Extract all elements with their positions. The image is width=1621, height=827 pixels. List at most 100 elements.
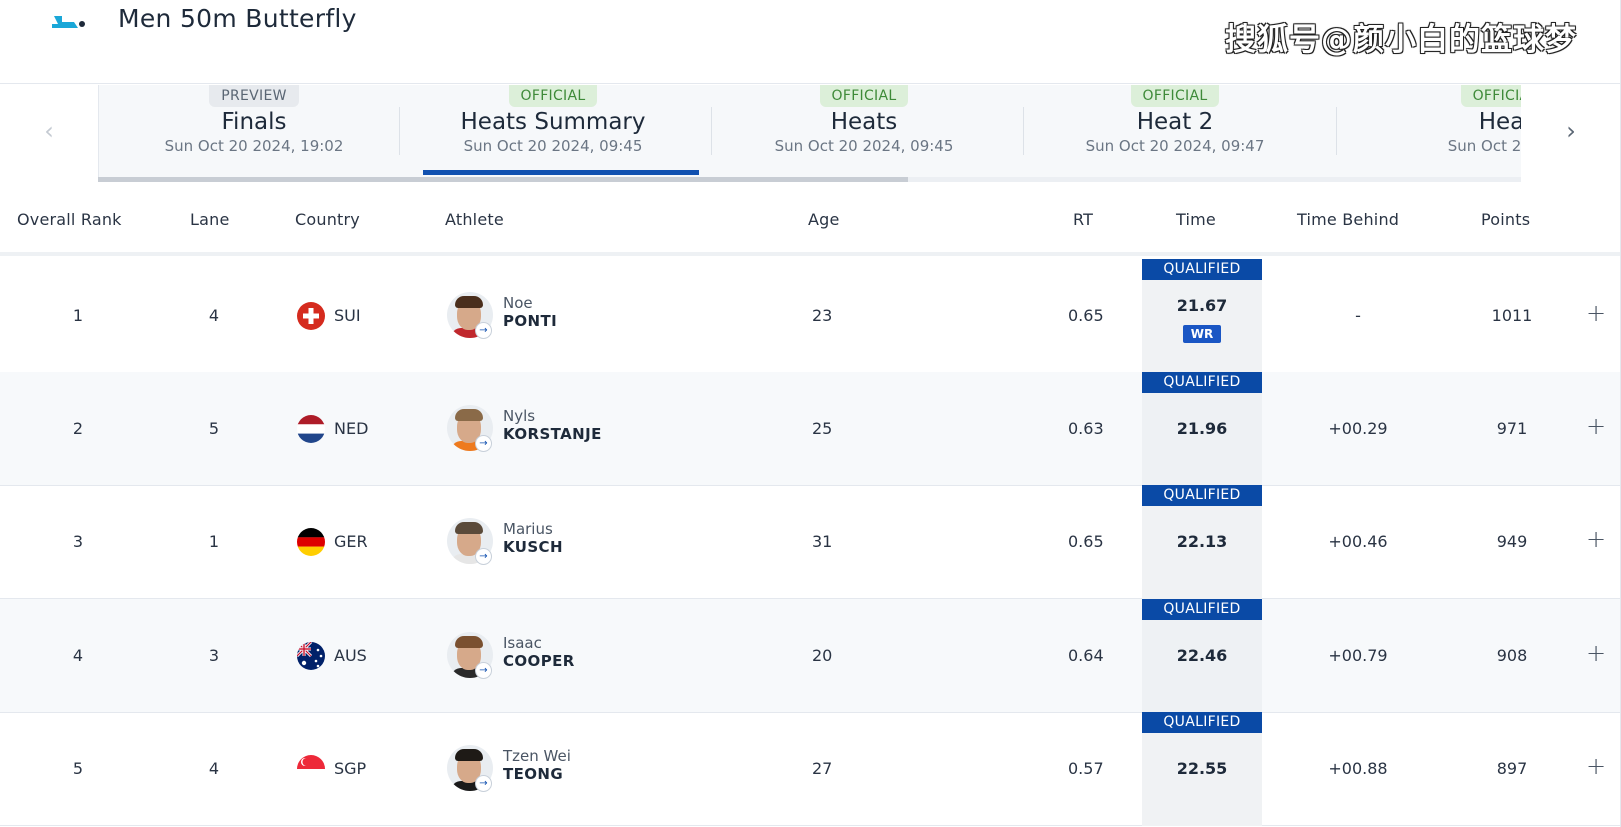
athlete-last-name[interactable]: PONTI	[503, 312, 557, 330]
athlete-first-name[interactable]: Nyls	[503, 407, 535, 425]
lane-cell: 5	[208, 419, 220, 438]
expand-row-icon[interactable]: +	[1586, 412, 1606, 440]
table-row[interactable]: 3 1 GER → Marius KUSCH 31 0.65 QUALIFIED 22.13 +00…	[0, 485, 1621, 599]
event-tabs-bar: ‹ PREVIEW Finals Sun Oct 20 2024, 19:02 …	[0, 85, 1621, 181]
reaction-time-cell: 0.65	[1068, 306, 1104, 325]
watermark: 搜狐号@颜小白的篮球梦	[1225, 22, 1577, 58]
page-title: Men 50m Butterfly	[118, 4, 357, 33]
tab-status-badge: PREVIEW	[209, 85, 299, 107]
athlete-first-name[interactable]: Tzen Wei	[503, 747, 571, 765]
lane-cell: 4	[208, 759, 220, 778]
tab-heat[interactable]: OFFICIA Heat Sun Oct 20 202	[1331, 85, 1521, 181]
time-behind-cell: -	[1355, 306, 1361, 325]
reaction-time-cell: 0.57	[1068, 759, 1104, 778]
avatar-hair	[455, 749, 483, 761]
athlete-first-name[interactable]: Isaac	[503, 634, 542, 652]
column-header-rank[interactable]: Overall Rank	[17, 210, 122, 229]
column-header-points[interactable]: Points	[1481, 210, 1530, 229]
athlete-last-name[interactable]: COOPER	[503, 652, 575, 670]
avatar-hair	[455, 636, 483, 648]
age-cell: 27	[812, 759, 833, 778]
tab-label: Heat	[1478, 109, 1521, 135]
tab-status-badge: OFFICIAL	[819, 85, 909, 107]
expand-row-icon[interactable]: +	[1586, 299, 1606, 327]
tab-status-badge: OFFICIAL	[1130, 85, 1220, 107]
tabs-prev-icon[interactable]: ‹	[34, 117, 64, 145]
athlete-profile-arrow-icon[interactable]: →	[475, 435, 492, 452]
reaction-time-cell: 0.63	[1068, 419, 1104, 438]
lane-cell: 3	[208, 646, 220, 665]
athlete-profile-arrow-icon[interactable]: →	[475, 662, 492, 679]
avatar-hair	[455, 522, 483, 534]
qualified-badge: QUALIFIED	[1142, 712, 1262, 733]
athlete-last-name[interactable]: TEONG	[503, 765, 563, 783]
time-cell: 22.13	[1176, 532, 1228, 551]
tab-heats-summary[interactable]: OFFICIAL Heats Summary Sun Oct 20 2024, …	[398, 85, 708, 181]
athlete-profile-arrow-icon[interactable]: →	[475, 548, 492, 565]
lane-cell: 4	[208, 306, 220, 325]
sgp-flag-icon	[297, 755, 325, 783]
table-row[interactable]: 2 5 NED → Nyls KORSTANJE 25 0.63 QUALIFIED 21.96 +…	[0, 372, 1621, 486]
ger-flag-icon	[297, 528, 325, 556]
athlete-profile-arrow-icon[interactable]: →	[475, 775, 492, 792]
tab-status-badge: OFFICIA	[1460, 85, 1521, 107]
rank-cell: 5	[72, 759, 84, 778]
time-behind-cell: +00.29	[1328, 419, 1388, 438]
active-tab-indicator	[423, 170, 699, 175]
column-header-time[interactable]: Time	[1176, 210, 1216, 229]
lane-cell: 1	[208, 532, 220, 551]
event-tabs: PREVIEW Finals Sun Oct 20 2024, 19:02 OF…	[98, 85, 1521, 181]
athlete-first-name[interactable]: Marius	[503, 520, 553, 538]
table-row[interactable]: 1 4 SUI → Noe PONTI 23 0.65 QUALIFIED 21.67 WR - 101…	[0, 259, 1621, 373]
athlete-last-name[interactable]: KUSCH	[503, 538, 563, 556]
tabs-next-icon[interactable]: ›	[1556, 117, 1586, 145]
time-cell: 22.55	[1176, 759, 1228, 778]
avatar-hair	[455, 409, 483, 421]
results-table-header: Overall Rank Lane Country Athlete Age RT…	[0, 182, 1621, 256]
age-cell: 25	[812, 419, 833, 438]
age-cell: 20	[812, 646, 833, 665]
rank-cell: 3	[72, 532, 84, 551]
tab-heats[interactable]: OFFICIAL Heats Sun Oct 20 2024, 09:45	[709, 85, 1019, 181]
time-cell: 22.46	[1176, 646, 1228, 665]
athlete-profile-arrow-icon[interactable]: →	[475, 322, 492, 339]
tab-label: Finals	[221, 109, 287, 135]
points-cell: 897	[1496, 759, 1528, 778]
points-cell: 908	[1496, 646, 1528, 665]
column-header-country[interactable]: Country	[295, 210, 360, 229]
rank-cell: 2	[72, 419, 84, 438]
table-row[interactable]: 4 3 AUS → Isaac COOPER 20 0.64 QUALIFIED 22.46 +00…	[0, 599, 1621, 713]
expand-row-icon[interactable]: +	[1586, 752, 1606, 780]
column-header-age[interactable]: Age	[808, 210, 840, 229]
expand-row-icon[interactable]: +	[1586, 639, 1606, 667]
tab-date: Sun Oct 20 2024, 19:02	[164, 137, 344, 155]
column-header-athlete[interactable]: Athlete	[445, 210, 504, 229]
rank-cell: 1	[72, 306, 84, 325]
tab-date: Sun Oct 20 2024, 09:47	[1085, 137, 1265, 155]
time-behind-cell: +00.79	[1328, 646, 1388, 665]
rank-cell: 4	[72, 646, 84, 665]
brand-logo-icon[interactable]	[48, 6, 88, 34]
column-header-time-behind[interactable]: Time Behind	[1297, 210, 1399, 229]
qualified-badge: QUALIFIED	[1142, 259, 1262, 280]
country-code: SUI	[334, 306, 361, 325]
expand-row-icon[interactable]: +	[1586, 525, 1606, 553]
reaction-time-cell: 0.65	[1068, 532, 1104, 551]
tab-status-badge: OFFICIAL	[508, 85, 598, 107]
tab-finals[interactable]: PREVIEW Finals Sun Oct 20 2024, 19:02	[99, 85, 409, 181]
time-behind-cell: +00.46	[1328, 532, 1388, 551]
column-header-lane[interactable]: Lane	[190, 210, 230, 229]
column-header-rt[interactable]: RT	[1073, 210, 1093, 229]
qualified-badge: QUALIFIED	[1142, 372, 1262, 393]
table-row[interactable]: 5 4 SGP → Tzen Wei TEONG 27 0.57 QUALIFIED 22.55 +…	[0, 712, 1621, 826]
tab-heat-2[interactable]: OFFICIAL Heat 2 Sun Oct 20 2024, 09:47	[1020, 85, 1330, 181]
tab-date: Sun Oct 20 2024, 09:45	[774, 137, 954, 155]
tab-label: Heats Summary	[460, 109, 646, 135]
tab-date: Sun Oct 20 202	[1447, 137, 1521, 155]
athlete-first-name[interactable]: Noe	[503, 294, 533, 312]
sui-flag-icon	[297, 302, 325, 330]
athlete-last-name[interactable]: KORSTANJE	[503, 425, 602, 443]
app-header: Men 50m Butterfly 搜狐号@颜小白的篮球梦	[0, 0, 1621, 84]
tab-label: Heat 2	[1136, 109, 1214, 135]
qualified-badge: QUALIFIED	[1142, 485, 1262, 506]
